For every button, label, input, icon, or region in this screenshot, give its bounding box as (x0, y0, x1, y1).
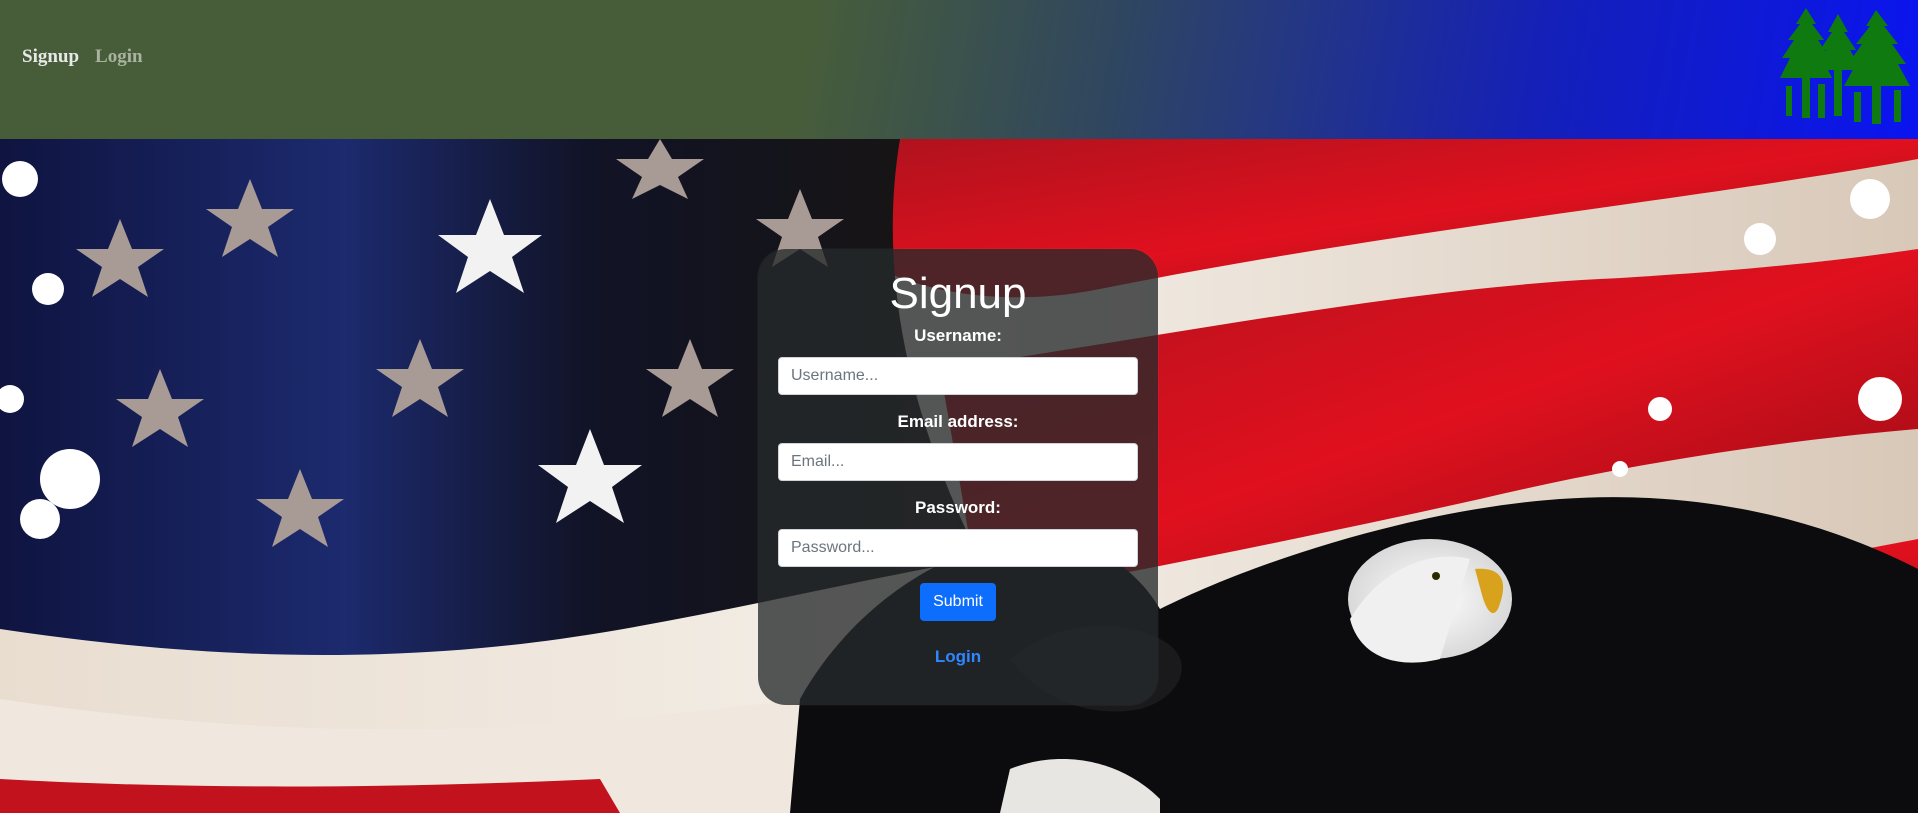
username-label: Username: (914, 326, 1002, 345)
pine-trees-icon (1780, 8, 1910, 124)
email-label: Email address: (897, 412, 1019, 431)
password-input[interactable] (778, 529, 1138, 567)
signup-title: Signup (889, 269, 1027, 318)
username-input[interactable] (778, 357, 1138, 395)
submit-button[interactable]: Submit (920, 583, 996, 621)
main-nav: Signup Login (22, 46, 143, 68)
nav-login-link[interactable]: Login (95, 46, 143, 68)
email-input[interactable] (778, 443, 1138, 481)
top-navbar: Signup Login (0, 0, 1918, 139)
nav-signup-link[interactable]: Signup (22, 46, 79, 68)
login-link[interactable]: Login (758, 647, 1158, 667)
password-label: Password: (915, 498, 1001, 517)
signup-card: Signup Username: Email address: Password… (758, 249, 1158, 705)
